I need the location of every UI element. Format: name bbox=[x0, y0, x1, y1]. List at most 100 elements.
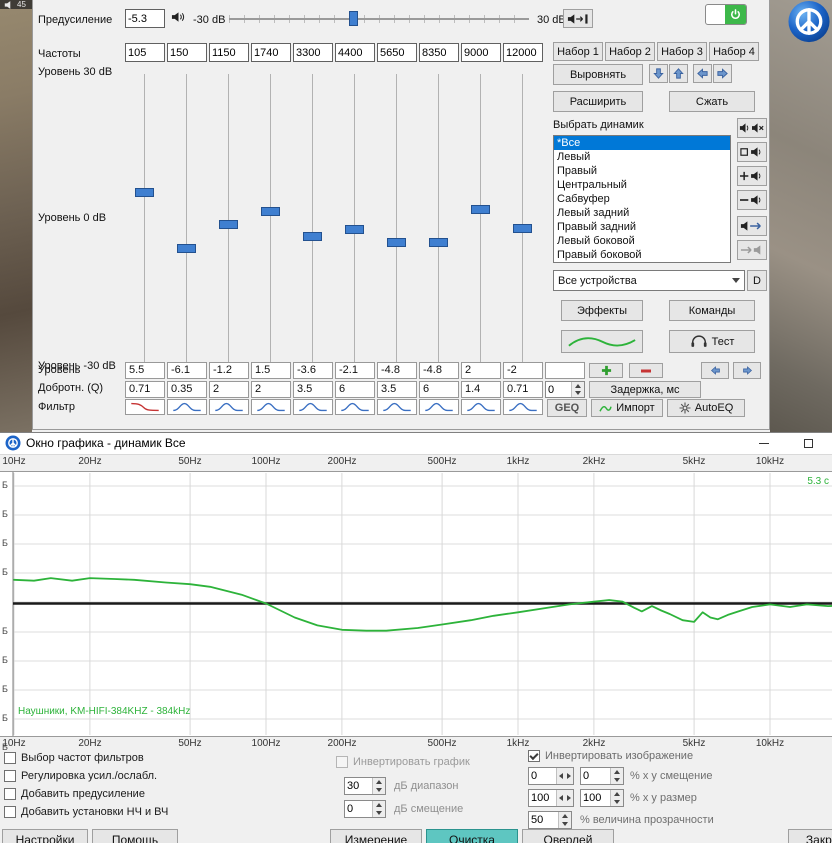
spin-up[interactable] bbox=[611, 790, 623, 798]
q-cell[interactable]: 2 bbox=[251, 381, 291, 398]
freq-input-1[interactable] bbox=[125, 43, 165, 62]
db-offset-spinner[interactable] bbox=[344, 800, 386, 818]
eq-band-slider-4[interactable] bbox=[251, 74, 291, 364]
expand-button[interactable]: Расширить bbox=[553, 91, 643, 112]
delay-input[interactable] bbox=[546, 382, 571, 397]
image-x-size-spinner[interactable] bbox=[528, 789, 574, 807]
shift-down-button[interactable] bbox=[649, 64, 668, 83]
graph-option-checkbox-1[interactable]: Выбор частот фильтров bbox=[4, 751, 144, 765]
speaker-list-item[interactable]: *Все bbox=[554, 136, 730, 150]
image-x-offset-input[interactable] bbox=[529, 768, 556, 784]
graph-option-checkbox-3[interactable]: Добавить предусиление bbox=[4, 787, 145, 801]
spin-down[interactable] bbox=[559, 820, 571, 828]
spin-right[interactable] bbox=[565, 768, 573, 784]
level-cell[interactable]: -2.1 bbox=[335, 362, 375, 379]
remove-band-button[interactable] bbox=[629, 363, 663, 378]
db-range-input[interactable] bbox=[345, 778, 372, 794]
image-y-size-input[interactable] bbox=[581, 790, 610, 806]
filter-type-button[interactable] bbox=[503, 399, 543, 415]
level-cell[interactable]: -2 bbox=[503, 362, 543, 379]
eq-band-slider-2[interactable] bbox=[167, 74, 207, 364]
band-shift-right-button[interactable] bbox=[733, 362, 761, 379]
link-speaker-out-button[interactable] bbox=[737, 216, 767, 236]
eq-slider-handle[interactable] bbox=[219, 220, 238, 230]
graph-option-checkbox-2[interactable]: Регулировка усил./ослабл. bbox=[4, 769, 157, 783]
q-cell[interactable]: 3.5 bbox=[377, 381, 417, 398]
q-cell[interactable]: 2 bbox=[209, 381, 249, 398]
filter-type-button[interactable] bbox=[419, 399, 459, 415]
image-y-offset-input[interactable] bbox=[581, 768, 610, 784]
eq-slider-handle[interactable] bbox=[429, 237, 448, 247]
eq-slider-handle[interactable] bbox=[177, 244, 196, 253]
q-cell[interactable]: 3.5 bbox=[293, 381, 333, 398]
invert-image-checkbox[interactable]: Инвертировать изображение bbox=[528, 749, 693, 763]
db-range-spinner[interactable] bbox=[344, 777, 386, 795]
preset-button-2[interactable]: Набор 2 bbox=[605, 42, 655, 61]
speaker-list-item[interactable]: Сабвуфер bbox=[554, 192, 730, 206]
autoeq-button[interactable]: AutoEQ bbox=[667, 399, 745, 417]
band-shift-left-button[interactable] bbox=[701, 362, 729, 379]
bottom-button-6[interactable]: Закрыть bbox=[788, 829, 832, 843]
eq-band-slider-9[interactable] bbox=[461, 74, 501, 364]
power-toggle[interactable] bbox=[705, 4, 747, 25]
preset-button-3[interactable]: Набор 3 bbox=[657, 42, 707, 61]
new-band-level-cell[interactable] bbox=[545, 362, 585, 379]
shift-right-button[interactable] bbox=[713, 64, 732, 83]
spin-up[interactable] bbox=[373, 778, 385, 786]
invert-graph-checkbox[interactable]: Инвертировать график bbox=[336, 755, 470, 769]
mute-speaker-button[interactable] bbox=[737, 118, 767, 138]
graph-option-checkbox-4[interactable]: Добавить установки НЧ и ВЧ bbox=[4, 805, 168, 819]
q-cell[interactable]: 0.71 bbox=[503, 381, 543, 398]
q-cell[interactable]: 6 bbox=[335, 381, 375, 398]
freq-input-9[interactable] bbox=[461, 43, 501, 62]
spin-up[interactable] bbox=[373, 801, 385, 809]
transparency-input[interactable] bbox=[529, 812, 558, 828]
eq-slider-handle[interactable] bbox=[471, 204, 490, 214]
default-device-button[interactable]: D bbox=[747, 270, 767, 291]
speaker-list-item[interactable]: Правый боковой bbox=[554, 248, 730, 262]
freq-input-4[interactable] bbox=[251, 43, 291, 62]
preamp-input[interactable] bbox=[125, 9, 165, 28]
level-cell[interactable]: -4.8 bbox=[377, 362, 417, 379]
preset-button-4[interactable]: Набор 4 bbox=[709, 42, 759, 61]
freq-input-10[interactable] bbox=[503, 43, 543, 62]
spin-left[interactable] bbox=[557, 768, 565, 784]
device-dropdown[interactable]: Все устройства bbox=[553, 270, 745, 291]
eq-band-slider-7[interactable] bbox=[377, 74, 417, 364]
eq-slider-handle[interactable] bbox=[345, 224, 364, 234]
shift-left-button[interactable] bbox=[693, 64, 712, 83]
level-cell[interactable]: 1.5 bbox=[251, 362, 291, 379]
delay-spinner[interactable] bbox=[545, 381, 585, 398]
q-cell[interactable]: 0.35 bbox=[167, 381, 207, 398]
freq-input-6[interactable] bbox=[335, 43, 375, 62]
level-cell[interactable]: -3.6 bbox=[293, 362, 333, 379]
eq-band-slider-1[interactable] bbox=[125, 74, 165, 364]
speaker-listbox[interactable]: *Все Левый Правый Центральный Сабвуфер Левый … bbox=[553, 135, 731, 263]
preamp-slider-handle[interactable] bbox=[349, 11, 358, 26]
maximize-button[interactable] bbox=[788, 433, 828, 454]
spin-down[interactable] bbox=[611, 776, 623, 784]
minimize-button[interactable] bbox=[744, 433, 784, 454]
freq-input-8[interactable] bbox=[419, 43, 459, 62]
delay-spin-down[interactable] bbox=[572, 389, 584, 397]
compress-button[interactable]: Сжать bbox=[669, 91, 755, 112]
link-speaker-in-button[interactable] bbox=[737, 240, 767, 260]
q-cell[interactable]: 1.4 bbox=[461, 381, 501, 398]
test-button[interactable]: Тест bbox=[669, 330, 755, 353]
spin-up[interactable] bbox=[611, 768, 623, 776]
effects-button[interactable]: Эффекты bbox=[561, 300, 643, 321]
shift-up-button[interactable] bbox=[669, 64, 688, 83]
bottom-button-1[interactable]: Настройки bbox=[2, 829, 88, 843]
q-cell[interactable]: 0.71 bbox=[125, 381, 165, 398]
level-cell[interactable]: -6.1 bbox=[167, 362, 207, 379]
bottom-button-4[interactable]: Очистка bbox=[426, 829, 518, 843]
eq-band-slider-6[interactable] bbox=[335, 74, 375, 364]
solo-speaker-button[interactable] bbox=[737, 142, 767, 162]
filter-type-button[interactable] bbox=[335, 399, 375, 415]
image-y-offset-spinner[interactable] bbox=[580, 767, 624, 785]
eq-slider-handle[interactable] bbox=[135, 187, 154, 197]
level-cell[interactable]: 5.5 bbox=[125, 362, 165, 379]
delay-button[interactable]: Задержка, мс bbox=[589, 381, 701, 398]
remove-speaker-button[interactable] bbox=[737, 190, 767, 210]
freq-input-2[interactable] bbox=[167, 43, 207, 62]
